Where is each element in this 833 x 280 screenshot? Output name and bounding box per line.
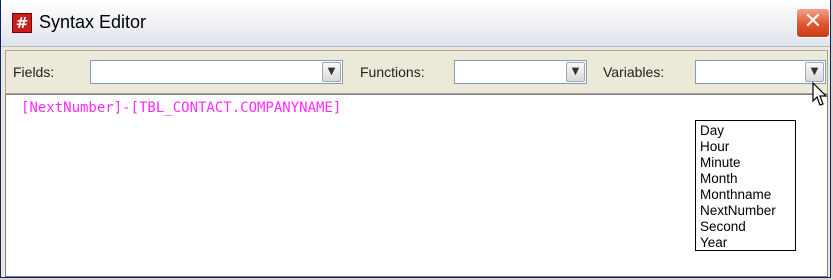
close-icon: ✕ bbox=[803, 9, 823, 34]
functions-label: Functions: bbox=[360, 64, 425, 80]
chevron-down-icon: ▼ bbox=[571, 66, 580, 77]
mouse-cursor-icon bbox=[812, 82, 828, 106]
variables-dropdown-list[interactable]: Day Hour Minute Month Monthname NextNumb… bbox=[695, 120, 796, 251]
variable-option-hour[interactable]: Hour bbox=[696, 139, 795, 155]
window-title: Syntax Editor bbox=[39, 12, 147, 32]
variables-dropdown-button[interactable]: ▼ bbox=[805, 62, 824, 82]
syntax-expression: [NextNumber]-[TBL_CONTACT.COMPANYNAME] bbox=[21, 100, 342, 116]
variable-option-nextnumber[interactable]: NextNumber bbox=[696, 203, 795, 219]
variables-label: Variables: bbox=[603, 64, 665, 80]
title-bar[interactable]: # Syntax Editor ✕ bbox=[1, 0, 830, 47]
toolbar: Fields: ▼ Functions: ▼ Variables: ▼ bbox=[5, 50, 828, 94]
app-icon: # bbox=[12, 13, 32, 33]
functions-dropdown-button[interactable]: ▼ bbox=[566, 62, 585, 82]
variable-option-monthname[interactable]: Monthname bbox=[696, 187, 795, 203]
variables-combobox[interactable]: ▼ bbox=[695, 60, 826, 84]
variable-option-minute[interactable]: Minute bbox=[696, 155, 795, 171]
variable-option-month[interactable]: Month bbox=[696, 171, 795, 187]
variable-option-year[interactable]: Year bbox=[696, 235, 795, 251]
chevron-down-icon: ▼ bbox=[327, 66, 336, 77]
fields-dropdown-button[interactable]: ▼ bbox=[322, 62, 341, 82]
chevron-down-icon: ▼ bbox=[810, 66, 819, 77]
fields-combobox[interactable]: ▼ bbox=[90, 60, 343, 84]
close-button[interactable]: ✕ bbox=[796, 8, 830, 38]
functions-combobox[interactable]: ▼ bbox=[454, 60, 587, 84]
fields-label: Fields: bbox=[13, 64, 55, 80]
variable-option-day[interactable]: Day bbox=[696, 123, 795, 139]
variable-option-second[interactable]: Second bbox=[696, 219, 795, 235]
